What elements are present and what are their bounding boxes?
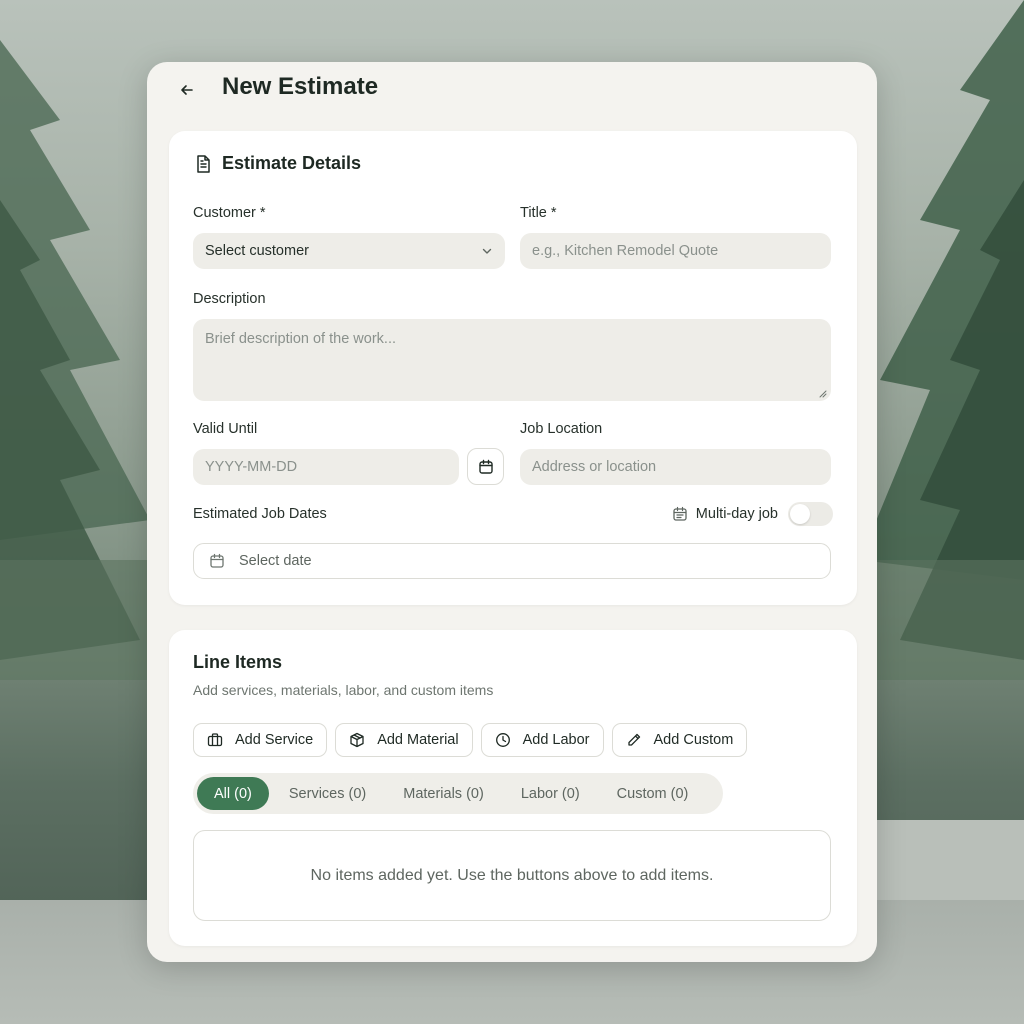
add-buttons-row: Add Service Add Material Add Labor Add C… (193, 723, 748, 757)
back-arrow-icon (181, 85, 193, 95)
multi-day-toggle[interactable] (788, 502, 833, 526)
valid-until-label: Valid Until (193, 421, 258, 437)
empty-items-message: No items added yet. Use the buttons abov… (193, 830, 831, 921)
line-items-header: Line Items (193, 652, 282, 673)
toggle-knob (790, 504, 810, 524)
resize-grip-icon[interactable] (818, 389, 827, 398)
customer-select[interactable]: Select customer (193, 233, 505, 269)
valid-until-input[interactable]: YYYY-MM-DD (193, 449, 459, 485)
estimate-details-title: Estimate Details (222, 153, 362, 173)
job-location-input[interactable]: Address or location (520, 449, 831, 485)
date-picker-button[interactable] (467, 448, 504, 485)
title-label: Title * (520, 205, 557, 221)
job-location-placeholder: Address or location (532, 459, 657, 475)
title-input[interactable]: e.g., Kitchen Remodel Quote (520, 233, 831, 269)
calendar-icon (478, 459, 493, 474)
clock-icon (495, 733, 510, 747)
description-placeholder: Brief description of the work... (205, 331, 396, 347)
calendar-icon (210, 553, 224, 568)
estimate-card: New Estimate Estimate Details Customer *… (147, 62, 877, 962)
add-service-button[interactable]: Add Service (193, 723, 328, 757)
title-placeholder: e.g., Kitchen Remodel Quote (532, 243, 719, 259)
estimate-details-panel: Estimate Details Customer * Select custo… (169, 131, 857, 605)
job-location-label: Job Location (520, 421, 603, 437)
job-dates-label: Estimated Job Dates (193, 506, 327, 522)
line-items-subtitle: Add services, materials, labor, and cust… (193, 682, 494, 698)
line-items-panel: Line Items Add services, materials, labo… (169, 630, 857, 946)
tab-materials[interactable]: Materials (0) (386, 777, 501, 810)
page-title: New Estimate (222, 73, 379, 100)
add-material-button[interactable]: Add Material (335, 723, 473, 757)
calendar-range-icon (673, 506, 687, 521)
page-header: New Estimate (147, 62, 877, 118)
briefcase-icon (207, 733, 223, 747)
job-date-input[interactable]: Select date (193, 543, 831, 579)
job-date-placeholder: Select date (239, 553, 312, 569)
tab-labor[interactable]: Labor (0) (504, 777, 597, 810)
document-icon (197, 154, 210, 173)
package-icon (350, 732, 364, 748)
customer-select-value: Select customer (205, 243, 309, 259)
add-custom-label: Add Custom (653, 732, 734, 748)
multi-day-label: Multi-day job (695, 506, 778, 522)
tab-all[interactable]: All (0) (197, 777, 269, 810)
estimate-details-header: Estimate Details (193, 153, 361, 174)
add-labor-label: Add Labor (522, 732, 590, 748)
add-material-label: Add Material (377, 732, 459, 748)
valid-until-placeholder: YYYY-MM-DD (205, 459, 298, 475)
description-label: Description (193, 291, 266, 307)
add-labor-button[interactable]: Add Labor (480, 723, 604, 757)
tab-custom[interactable]: Custom (0) (600, 777, 706, 810)
multi-day-toggle-row: Multi-day job (672, 502, 833, 526)
back-button[interactable] (175, 78, 199, 102)
pencil-icon (627, 733, 640, 746)
customer-label: Customer * (193, 205, 266, 221)
add-custom-button[interactable]: Add Custom (611, 723, 748, 757)
item-filter-tabs: All (0) Services (0) Materials (0) Labor… (193, 773, 723, 814)
chevron-down-icon (482, 248, 492, 254)
description-textarea[interactable]: Brief description of the work... (193, 319, 831, 401)
add-service-label: Add Service (235, 732, 314, 748)
tab-services[interactable]: Services (0) (272, 777, 383, 810)
line-items-title: Line Items (193, 652, 283, 672)
